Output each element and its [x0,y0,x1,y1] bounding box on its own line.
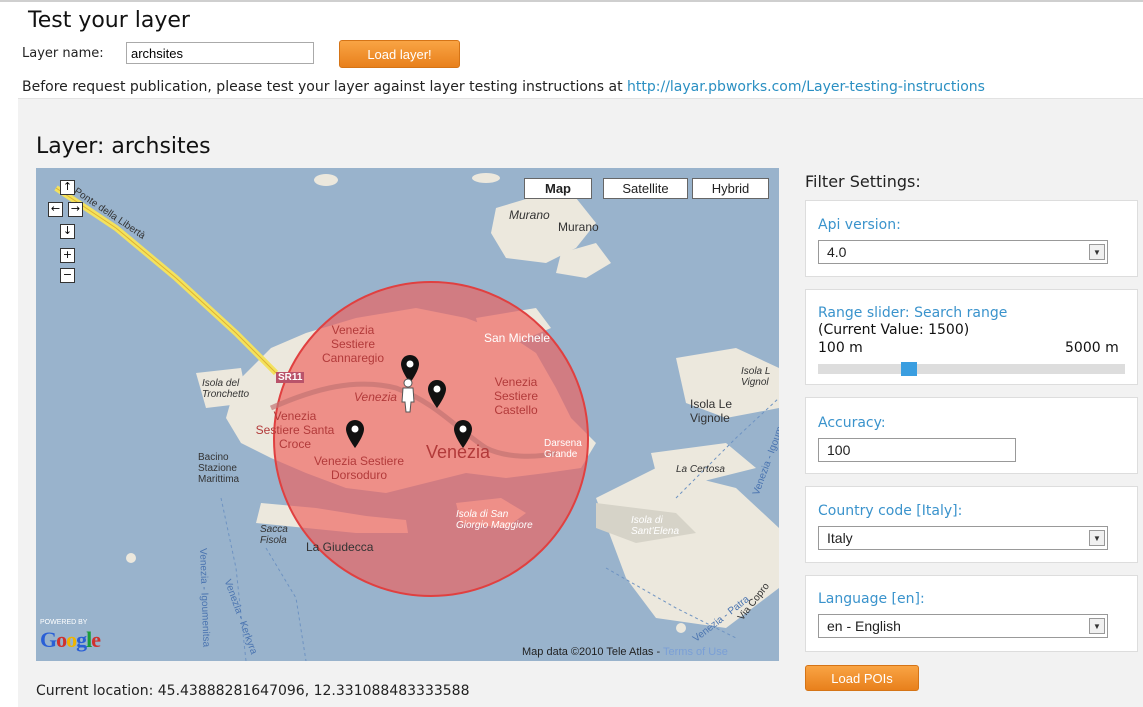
language-select[interactable]: en - English ▼ [818,614,1108,638]
range-slider-box: Range slider: Search range (Current Valu… [805,289,1138,385]
chevron-down-icon: ▼ [1089,244,1105,260]
page-title: Test your layer [28,8,190,33]
api-version-label: Api version: [818,217,901,233]
range-current-value: (Current Value: 1500) [818,322,970,338]
poi-marker-icon[interactable] [453,418,483,458]
poi-marker-icon[interactable] [427,378,457,418]
zoom-out-icon[interactable]: − [60,268,75,283]
map-label-darsena: Darsena Grande [544,438,582,460]
country-code-label: Country code [Italy]: [818,503,963,519]
api-version-box: Api version: 4.0 ▼ [805,200,1138,277]
terms-of-use-link[interactable]: Terms of Use [663,646,728,658]
testing-instructions-link[interactable]: http://layar.pbworks.com/Layer-testing-i… [627,79,985,95]
language-label: Language [en]: [818,591,925,607]
testing-note-text: Before request publication, please test … [22,79,628,95]
map-label-bacino: Bacino Stazione Marittima [198,452,240,485]
accuracy-box: Accuracy: 100 [805,397,1138,474]
country-code-select[interactable]: Italy ▼ [818,526,1108,550]
current-location: Current location: 45.43888281647096, 12.… [36,683,470,699]
testing-note: Before request publication, please test … [22,79,985,95]
map-label-sant-elena: Isola di Sant'Elena [631,515,680,537]
accuracy-label: Accuracy: [818,415,886,431]
map-view[interactable]: Map Satellite Hybrid ↑ ← → ↓ + − Ponte d… [36,168,779,661]
api-version-select[interactable]: 4.0 ▼ [818,240,1108,264]
map-type-satellite[interactable]: Satellite [603,178,688,199]
pan-right-icon[interactable]: → [68,202,83,217]
load-layer-button[interactable]: Load layer! [339,40,460,68]
map-data-text: Map data ©2010 Tele Atlas - [522,646,664,658]
map-label-giudecca: La Giudecca [306,540,374,554]
map-label-isola-vignole-b: Isola Le Vignole [690,397,733,425]
range-slider-label: Range slider: Search range [818,305,1008,321]
powered-by-label: POWERED BY [40,619,88,626]
google-logo: Google [40,627,101,652]
zoom-in-icon[interactable]: + [60,248,75,263]
map-label-murano-2: Murano [558,220,599,234]
range-min-label: 100 m [818,340,863,356]
api-version-value: 4.0 [827,244,847,260]
range-max-label: 5000 m [1065,340,1119,356]
map-label-castello: Venezia Sestiere Castello [493,375,539,417]
map-label-tronchetto: Isola del Tronchetto [202,378,250,400]
range-slider-handle[interactable] [901,362,918,376]
poi-marker-icon[interactable] [345,418,375,458]
load-pois-button[interactable]: Load POIs [805,665,919,691]
language-box: Language [en]: en - English ▼ [805,575,1138,652]
layer-name-label: Layer name: [22,46,104,61]
map-label-venezia-small: Venezia [354,390,397,404]
map-label-cannaregio: Venezia Sestiere Cannaregio [321,323,385,365]
map-label-santa-croce: Venezia Sestiere Santa Croce [255,409,335,451]
map-label-certosa: La Certosa [676,464,725,475]
map-canvas [36,168,779,661]
map-label-san-giorgio: Isola di San Giorgio Maggiore [456,509,533,531]
top-divider [0,0,1143,2]
map-label-murano: Murano [509,208,550,222]
language-value: en - English [827,618,901,634]
map-label-sacca-fisola: Sacca Fisola [260,524,288,546]
layer-title: Layer: archsites [36,134,211,159]
pan-down-icon[interactable]: ↓ [60,224,75,239]
country-code-value: Italy [827,530,853,546]
map-attribution: Map data ©2010 Tele Atlas - Terms of Use [522,646,728,658]
chevron-down-icon: ▼ [1089,618,1105,634]
map-type-hybrid[interactable]: Hybrid [692,178,769,199]
map-label-dorsoduro: Venezia Sestiere Dorsoduro [313,454,405,482]
layer-name-input[interactable] [126,42,314,64]
map-label-san-michele: San Michele [484,331,551,345]
chevron-down-icon: ▼ [1089,530,1105,546]
accuracy-input[interactable]: 100 [818,438,1016,462]
map-label-sr11: SR11 [276,372,305,383]
filter-settings-heading: Filter Settings: [805,172,921,191]
country-code-box: Country code [Italy]: Italy ▼ [805,486,1138,563]
person-icon[interactable] [399,378,417,414]
map-type-map[interactable]: Map [524,178,592,199]
pan-left-icon[interactable]: ← [48,202,63,217]
range-slider-track[interactable] [818,364,1125,374]
map-label-isola-vignole-a: Isola L Vignol [741,366,771,388]
